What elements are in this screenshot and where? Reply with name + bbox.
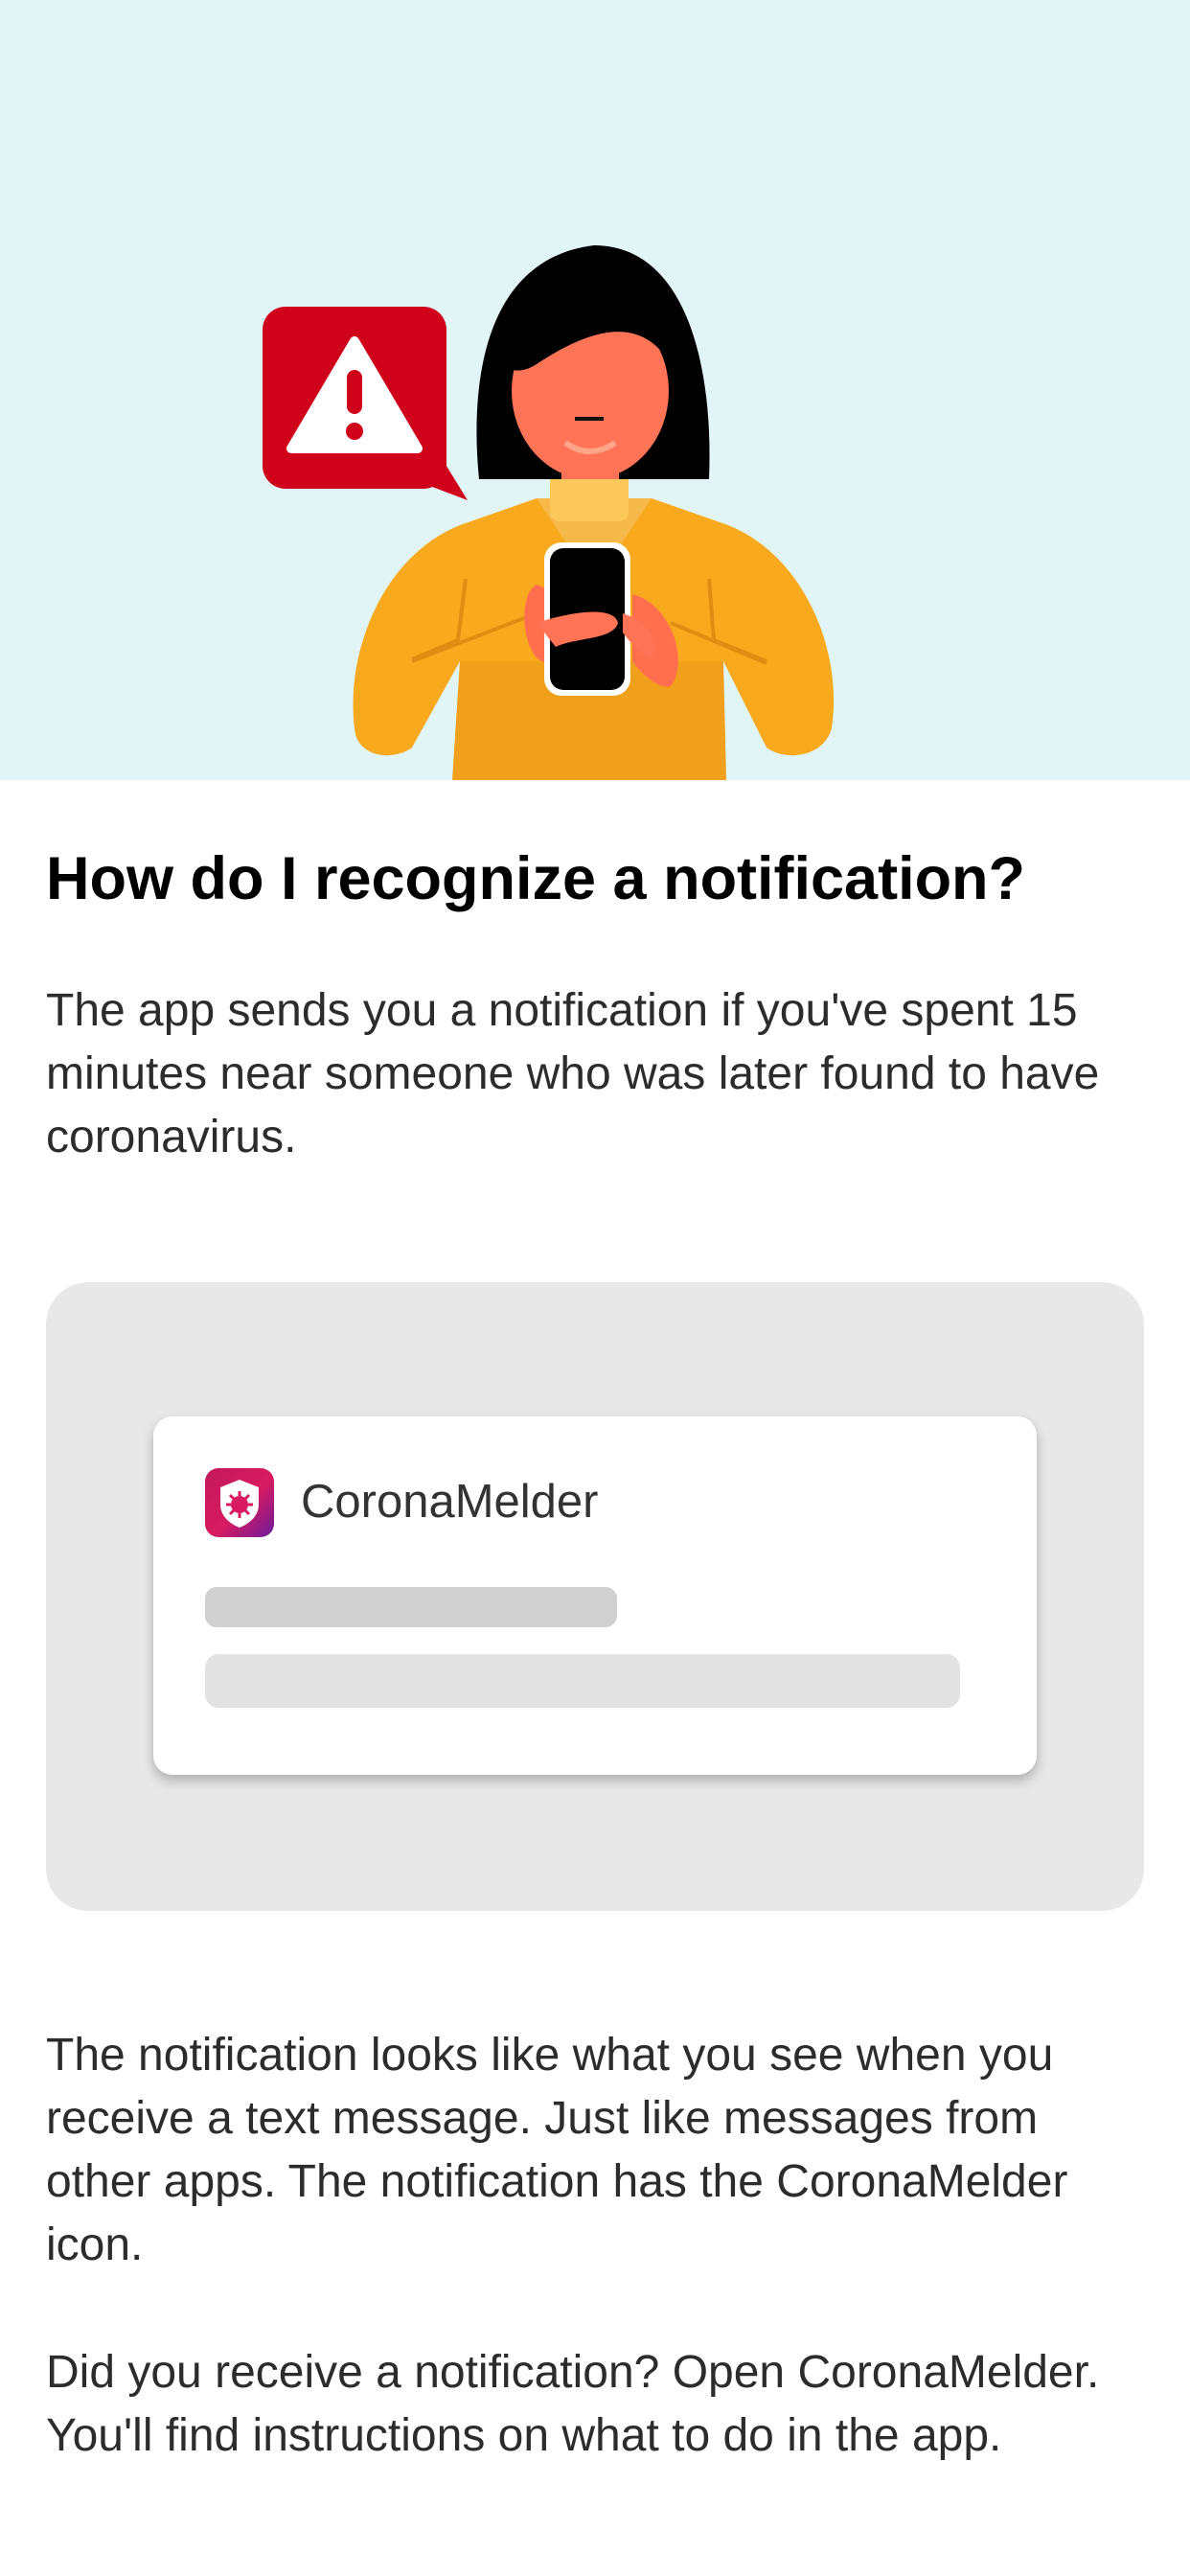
warning-bubble-icon xyxy=(263,307,468,500)
notification-card: CoronaMelder xyxy=(153,1416,1037,1775)
notification-title-placeholder xyxy=(205,1587,617,1627)
coronamelder-shield-icon xyxy=(205,1468,274,1537)
notification-body-placeholder xyxy=(205,1654,960,1708)
page-title: How do I recognize a notification? xyxy=(46,845,1026,912)
notification-app-name: CoronaMelder xyxy=(301,1476,599,1528)
intro-text: The app sends you a notification if you'… xyxy=(46,985,1100,1162)
person-with-phone-illustration xyxy=(263,245,835,780)
notification-description-text: The notification looks like what you see… xyxy=(46,2030,1068,2270)
notification-example-panel: CoronaMelder xyxy=(46,1282,1144,1911)
hero-illustration xyxy=(0,0,1190,780)
instructions-text: Did you receive a notification? Open Cor… xyxy=(46,2347,1100,2461)
